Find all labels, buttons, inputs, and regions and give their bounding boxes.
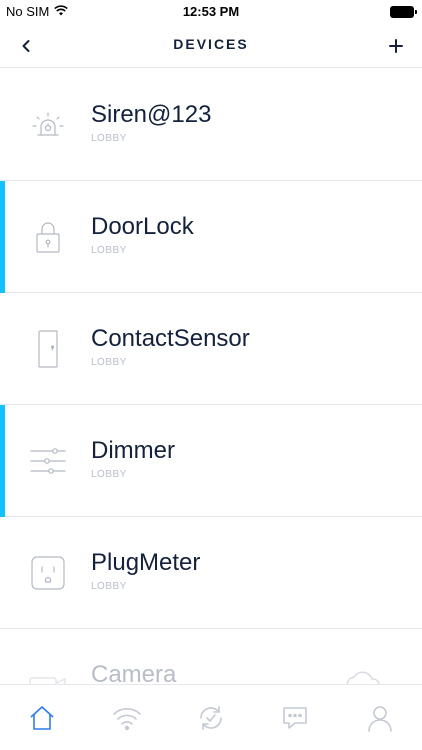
tab-sync[interactable]	[169, 685, 253, 750]
device-room: LOBBY	[91, 469, 127, 480]
device-row-doorlock[interactable]: DoorLock LOBBY	[0, 181, 422, 293]
device-room: LOBBY	[91, 357, 127, 368]
device-row-camera[interactable]: Camera	[0, 629, 422, 684]
page-title: DEVICES	[173, 36, 249, 52]
device-name: PlugMeter	[91, 549, 201, 576]
device-name: DoorLock	[91, 213, 194, 240]
user-icon	[368, 705, 392, 732]
outlet-icon	[26, 553, 70, 593]
device-room: LOBBY	[91, 133, 127, 144]
camera-icon	[26, 665, 70, 684]
status-time: 12:53 PM	[182, 4, 240, 19]
device-room: LOBBY	[91, 245, 127, 256]
device-row-dimmer[interactable]: Dimmer LOBBY	[0, 405, 422, 517]
device-row-contactsensor[interactable]: ContactSensor LOBBY	[0, 293, 422, 405]
sliders-icon	[26, 441, 70, 481]
home-icon	[30, 705, 54, 730]
wifi-icon	[112, 707, 141, 730]
siren-icon	[26, 105, 70, 145]
sync-icon	[200, 705, 222, 730]
lock-icon	[26, 217, 70, 257]
device-room: LOBBY	[91, 581, 127, 592]
nav-bar: DEVICES	[0, 24, 422, 68]
tab-home[interactable]	[0, 685, 84, 750]
status-bar: No SIM 12:53 PM	[0, 0, 422, 24]
tab-bar	[0, 684, 422, 750]
add-device-button[interactable]	[384, 34, 408, 58]
battery-icon	[390, 6, 417, 18]
device-row-siren[interactable]: Siren@123 LOBBY	[0, 69, 422, 181]
tab-wifi[interactable]	[84, 685, 168, 750]
device-name: Camera	[91, 661, 177, 684]
tab-profile[interactable]	[338, 685, 422, 750]
device-name: ContactSensor	[91, 325, 250, 352]
door-contact-icon	[26, 329, 70, 369]
cloud-icon	[342, 665, 382, 684]
chat-icon	[283, 706, 308, 729]
device-name: Siren@123	[91, 101, 212, 128]
device-row-plugmeter[interactable]: PlugMeter LOBBY	[0, 517, 422, 629]
device-list: Siren@123 LOBBY DoorLock LOBBY ContactSe…	[0, 69, 422, 684]
device-name: Dimmer	[91, 437, 175, 464]
plus-icon	[389, 39, 403, 53]
tab-chat[interactable]	[253, 685, 337, 750]
